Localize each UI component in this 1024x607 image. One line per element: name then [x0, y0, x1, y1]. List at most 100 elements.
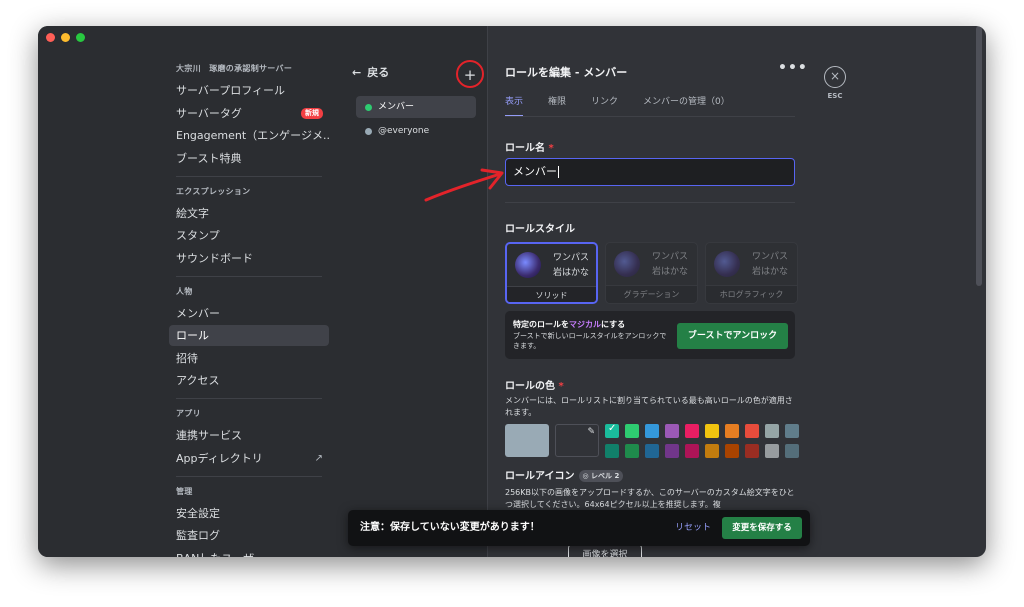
sidebar-item-emoji[interactable]: 絵文字	[169, 203, 329, 224]
divider	[505, 202, 795, 203]
divider	[176, 398, 322, 399]
role-style-options: ワンパス 岩はかな ソリッド ワンパス 岩はかな グラデーション ワンパス 岩は…	[505, 242, 798, 304]
sidebar-item-access[interactable]: アクセス	[169, 370, 329, 391]
boost-upsell-box: 特定のロールをマジカルにする ブーストで新しいロールスタイルをアンロックできます…	[505, 311, 795, 359]
sidebar-item-safety[interactable]: 安全設定	[169, 503, 329, 524]
pencil-icon: ✎	[587, 427, 595, 437]
save-changes-button[interactable]: 変更を保存する	[722, 517, 802, 539]
color-swatch[interactable]	[705, 444, 719, 458]
role-item-everyone[interactable]: @everyone	[356, 120, 476, 142]
role-editor: ロールを編集 - メンバー ••• 表示 権限 リンク メンバーの管理（0） ロ…	[488, 26, 813, 557]
unsaved-notice-text: 注意：保存していない変更があります！	[360, 522, 540, 533]
color-swatch[interactable]	[665, 424, 679, 438]
sidebar-item-stickers[interactable]: スタンプ	[169, 225, 329, 246]
minimize-window-button[interactable]	[61, 33, 70, 42]
scrollbar[interactable]	[976, 26, 982, 286]
color-swatch[interactable]	[765, 424, 779, 438]
page-title: ロールを編集 - メンバー	[505, 66, 628, 79]
avatar	[714, 251, 740, 277]
window-controls	[46, 33, 85, 42]
tab-display[interactable]: 表示	[505, 94, 524, 117]
boost-unlock-button[interactable]: ブーストでアンロック	[677, 323, 788, 349]
sidebar-item-integrations[interactable]: 連携サービス	[169, 425, 329, 446]
color-swatch[interactable]	[625, 424, 639, 438]
boost-title: 特定のロールをマジカルにする	[513, 320, 626, 329]
unsaved-changes-bar: 注意：保存していない変更があります！ リセット 変更を保存する	[348, 510, 810, 546]
sidebar-item-server-tag[interactable]: サーバータグ 新規	[169, 103, 329, 124]
role-name-input[interactable]: メンバー	[505, 158, 795, 186]
style-card-solid[interactable]: ワンパス 岩はかな ソリッド	[505, 242, 598, 304]
sidebar-item-members[interactable]: メンバー	[169, 303, 329, 324]
color-swatch[interactable]	[745, 424, 759, 438]
sidebar-item-label: Appディレクトリ	[176, 451, 263, 465]
close-window-button[interactable]	[46, 33, 55, 42]
sidebar-item-engagement[interactable]: Engagement（エンゲージメ...	[169, 125, 329, 146]
style-card-gradient[interactable]: ワンパス 岩はかな グラデーション	[605, 242, 698, 304]
color-swatch[interactable]	[645, 444, 659, 458]
app-window: 大宗川 琢磨の承認制サーバー サーバープロフィール サーバータグ 新規 Engag…	[38, 26, 986, 557]
level-badge: ◎ レベル 2	[578, 470, 624, 482]
sidebar-item-bans[interactable]: BANしたユーザー	[169, 548, 329, 558]
role-icon-label: ロールアイコン ◎ レベル 2	[505, 467, 624, 482]
more-options-icon[interactable]: •••	[778, 60, 808, 76]
role-color-label: ロールの色 *	[505, 381, 564, 392]
divider	[176, 475, 322, 477]
check-icon: ✓	[608, 423, 617, 434]
sidebar-item-roles[interactable]: ロール	[169, 325, 329, 346]
reset-button[interactable]: リセット	[675, 510, 711, 546]
color-swatch[interactable]	[785, 424, 799, 438]
create-role-button[interactable]: +	[456, 60, 484, 88]
color-swatch[interactable]	[745, 444, 759, 458]
sidebar-item-audit-log[interactable]: 監査ログ	[169, 525, 329, 546]
custom-color-swatch[interactable]: ✎	[555, 424, 599, 457]
color-swatch[interactable]	[625, 444, 639, 458]
annotation-arrow	[424, 168, 504, 202]
tab-manage-members[interactable]: メンバーの管理（0）	[643, 94, 730, 117]
people-section-header: 人物	[176, 286, 193, 296]
back-label: 戻る	[367, 66, 390, 79]
external-link-icon: ↗	[314, 452, 323, 464]
color-swatch[interactable]	[725, 424, 739, 438]
color-swatch[interactable]	[765, 444, 779, 458]
divider	[176, 275, 322, 277]
settings-sidebar: 大宗川 琢磨の承認制サーバー サーバープロフィール サーバータグ 新規 Engag…	[38, 26, 336, 557]
color-swatch[interactable]	[645, 424, 659, 438]
arrow-left-icon: ←	[352, 65, 362, 79]
role-color-dot	[365, 103, 372, 111]
zoom-window-button[interactable]	[76, 33, 85, 42]
divider	[505, 116, 795, 117]
tab-permissions[interactable]: 権限	[548, 94, 566, 117]
sidebar-item-boost-perks[interactable]: ブースト特典	[169, 148, 329, 169]
color-swatch[interactable]: ✓	[605, 423, 619, 438]
color-swatch[interactable]	[605, 444, 619, 458]
expression-section-header: エクスプレッション	[176, 186, 251, 196]
color-swatch[interactable]	[685, 424, 699, 438]
role-name: @everyone	[378, 126, 430, 136]
sidebar-item-soundboard[interactable]: サウンドボード	[169, 248, 329, 269]
sidebar-item-app-directory[interactable]: Appディレクトリ ↗	[169, 448, 329, 469]
style-card-holographic[interactable]: ワンパス 岩はかな ホログラフィック	[705, 242, 798, 304]
style-label: ソリッド	[507, 286, 596, 302]
new-badge: 新規	[301, 107, 323, 119]
color-swatch[interactable]	[665, 444, 679, 458]
back-button[interactable]: ← 戻る	[352, 64, 389, 80]
avatar	[515, 252, 541, 278]
role-color-description: メンバーには、ロールリストに割り当てられている最も高いロールの色が適用されます。	[505, 396, 793, 417]
sidebar-item-server-profile[interactable]: サーバープロフィール	[169, 80, 329, 101]
esc-button[interactable]: × ESC	[824, 66, 846, 100]
role-item-member[interactable]: メンバー	[356, 96, 476, 118]
sidebar-item-invites[interactable]: 招待	[169, 348, 329, 369]
apps-section-header: アプリ	[176, 409, 201, 418]
tab-links[interactable]: リンク	[591, 94, 618, 117]
style-label: グラデーション	[606, 285, 697, 303]
editor-tabs: 表示 権限 リンク メンバーの管理（0）	[505, 94, 755, 117]
role-color-dot	[365, 127, 372, 135]
color-swatch[interactable]	[725, 444, 739, 458]
default-color-swatch[interactable]	[505, 424, 549, 457]
color-swatch[interactable]	[785, 444, 799, 458]
color-swatch[interactable]	[685, 444, 699, 458]
color-swatch[interactable]	[705, 424, 719, 438]
color-swatch-grid: ✓	[605, 423, 800, 458]
close-icon: ×	[824, 66, 846, 88]
role-style-label: ロールスタイル	[505, 224, 575, 235]
